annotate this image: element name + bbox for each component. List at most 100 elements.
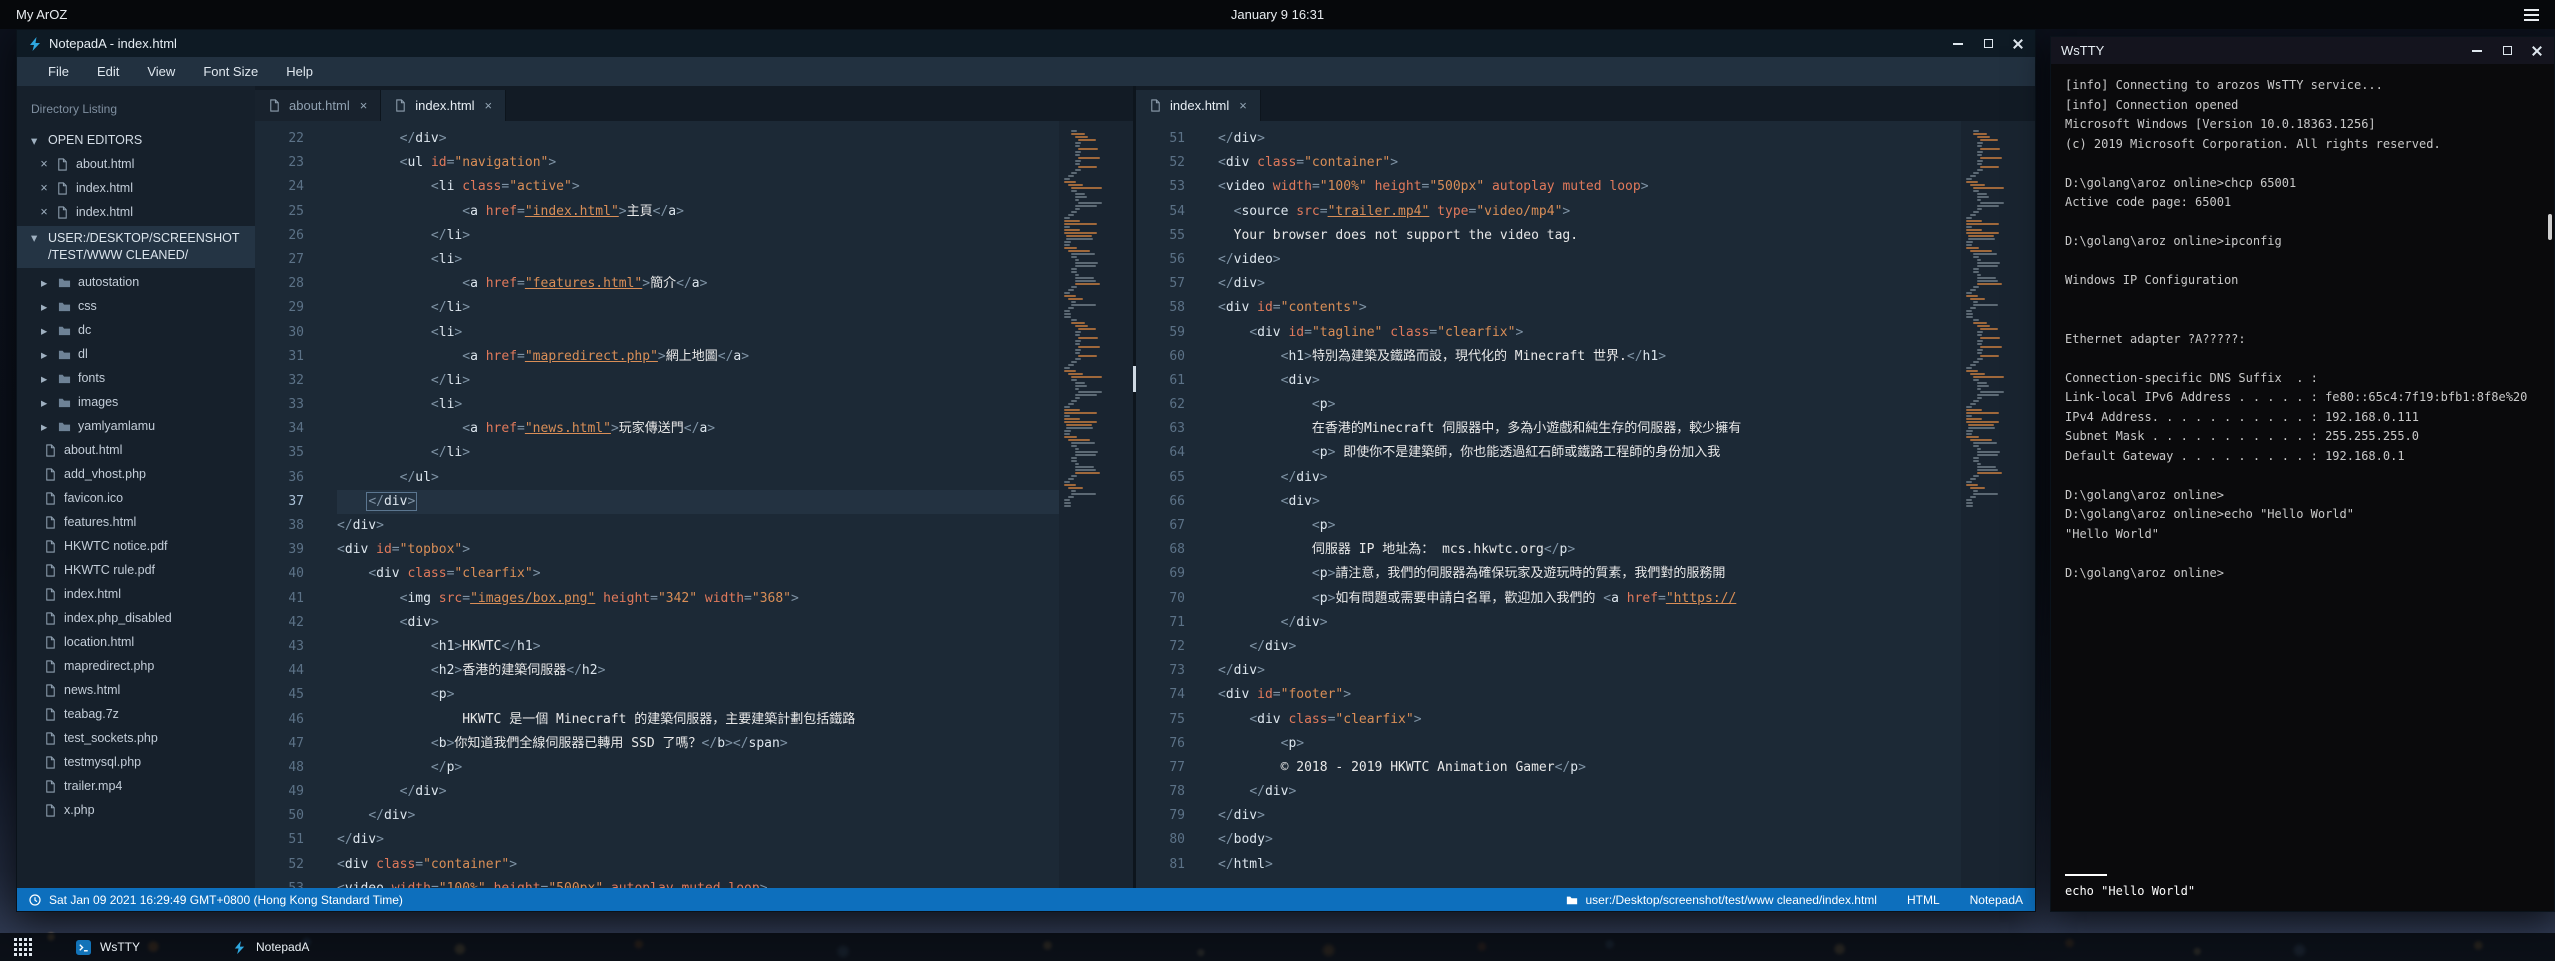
code-line[interactable]: <h2>香港的建築伺服器</h2> [337, 659, 1059, 683]
code-line[interactable]: </div> [1218, 611, 1961, 635]
menu-view[interactable]: View [134, 59, 188, 84]
file-item-news-html[interactable]: news.html [17, 678, 255, 702]
terminal-output[interactable]: [info] Connecting to arozos WsTTY servic… [2051, 64, 2554, 911]
code-line[interactable]: </div> [1218, 635, 1961, 659]
maximize-icon[interactable] [2500, 44, 2514, 58]
file-item-testmysql-php[interactable]: testmysql.php [17, 750, 255, 774]
code-line[interactable]: <p> [1218, 393, 1961, 417]
code-line[interactable]: <li> [337, 393, 1059, 417]
code-line[interactable]: <p> [337, 683, 1059, 707]
terminal-input[interactable]: echo "Hello World" [2065, 882, 2195, 902]
code-line[interactable]: </div> [1218, 804, 1961, 828]
open-editors-header[interactable]: ▾ OPEN EDITORS [17, 128, 255, 152]
code-line[interactable]: </div> [1218, 127, 1961, 151]
code-line[interactable]: <b>你知道我們全線伺服器已轉用 SSD 了嗎？</b></span> [337, 732, 1059, 756]
code-line[interactable]: <div> [1218, 369, 1961, 393]
code-line[interactable]: </div> [1218, 659, 1961, 683]
menu-font-size[interactable]: Font Size [190, 59, 271, 84]
close-editor-icon[interactable]: × [39, 157, 49, 171]
close-editor-icon[interactable]: × [39, 181, 49, 195]
open-editor-item-about-html[interactable]: ×about.html [17, 152, 255, 176]
code-line[interactable]: <video width="100%" height="500px" autop… [1218, 175, 1961, 199]
code-line[interactable]: </div> [1218, 466, 1961, 490]
code-line[interactable]: <a href="mapredirect.php">網上地圖</a> [337, 345, 1059, 369]
code-line[interactable]: <div id="footer"> [1218, 683, 1961, 707]
file-item-add-vhost-php[interactable]: add_vhost.php [17, 462, 255, 486]
tab-index-html[interactable]: index.html× [381, 90, 506, 121]
code-line[interactable]: </div> [337, 804, 1059, 828]
code-line[interactable]: </div> [337, 780, 1059, 804]
close-tab-icon[interactable]: × [485, 98, 493, 113]
aroz-brand[interactable]: My ArOZ [16, 7, 67, 22]
tab-index-html[interactable]: index.html× [1136, 90, 1261, 121]
code-line[interactable]: <div class="clearfix"> [1218, 708, 1961, 732]
minimize-icon[interactable] [2470, 44, 2484, 58]
file-item-index-html[interactable]: index.html [17, 582, 255, 606]
code-line[interactable]: </div> [337, 514, 1059, 538]
code-line[interactable]: <p> [1218, 514, 1961, 538]
code-line[interactable]: </p> [337, 756, 1059, 780]
code-line[interactable]: <img src="images/box.png" height="342" w… [337, 587, 1059, 611]
code-line[interactable]: <h1>特別為建築及鐵路而設，現代化的 Minecraft 世界.</h1> [1218, 345, 1961, 369]
terminal-scrollbar[interactable] [2548, 214, 2552, 240]
folder-item-dl[interactable]: ▸dl [17, 342, 255, 366]
code-line[interactable]: <div id="topbox"> [337, 538, 1059, 562]
file-item-hkwtc-notice-pdf[interactable]: HKWTC notice.pdf [17, 534, 255, 558]
code-line[interactable]: 伺服器 IP 地址為： mcs.hkwtc.org</p> [1218, 538, 1961, 562]
minimize-icon[interactable] [1951, 37, 1965, 51]
code-line[interactable]: <ul id="navigation"> [337, 151, 1059, 175]
taskbar-item-wstty[interactable]: WsTTY [60, 936, 156, 959]
minimap-left[interactable] [1059, 121, 1133, 888]
code-line[interactable]: </div> [337, 828, 1059, 852]
file-item-mapredirect-php[interactable]: mapredirect.php [17, 654, 255, 678]
taskbar-item-notepada[interactable]: NotepadA [216, 936, 325, 959]
code-line[interactable]: </div> [337, 490, 1059, 514]
code-line[interactable]: </div> [1218, 780, 1961, 804]
app-launcher-icon[interactable] [8, 935, 38, 959]
code-line[interactable]: </div> [337, 127, 1059, 151]
code-line[interactable]: <source src="trailer.mp4" type="video/mp… [1218, 200, 1961, 224]
code-line[interactable]: <p>如有問題或需要申請白名單，歡迎加入我們的 <a href="https:/… [1218, 587, 1961, 611]
status-language-mode[interactable]: HTML [1907, 893, 1940, 907]
folder-item-yamlyamlamu[interactable]: ▸yamlyamlamu [17, 414, 255, 438]
code-line[interactable]: Your browser does not support the video … [1218, 224, 1961, 248]
hamburger-menu-icon[interactable] [2524, 9, 2539, 21]
code-line[interactable]: </li> [337, 296, 1059, 320]
code-line[interactable]: <p> 即使你不是建築師，你也能透過紅石師或鐵路工程師的身份加入我 [1218, 441, 1961, 465]
file-item-teabag-7z[interactable]: teabag.7z [17, 702, 255, 726]
code-line[interactable]: </div> [1218, 272, 1961, 296]
code-line[interactable]: <div class="clearfix"> [337, 562, 1059, 586]
code-line[interactable]: <div> [337, 611, 1059, 635]
menu-file[interactable]: File [35, 59, 82, 84]
open-editor-item-index-html[interactable]: ×index.html [17, 176, 255, 200]
workspace-folder-header[interactable]: ▾ USER:/DESKTOP/SCREENSHOT /TEST/WWW CLE… [17, 226, 255, 268]
file-item-x-php[interactable]: x.php [17, 798, 255, 822]
close-icon[interactable] [2011, 37, 2025, 51]
file-item-trailer-mp4[interactable]: trailer.mp4 [17, 774, 255, 798]
close-tab-icon[interactable]: × [360, 98, 368, 113]
open-editor-item-index-html[interactable]: ×index.html [17, 200, 255, 224]
folder-item-fonts[interactable]: ▸fonts [17, 366, 255, 390]
file-item-hkwtc-rule-pdf[interactable]: HKWTC rule.pdf [17, 558, 255, 582]
folder-item-css[interactable]: ▸css [17, 294, 255, 318]
minimap-right[interactable] [1961, 121, 2035, 888]
code-line[interactable]: <video width="100%" height="500px" autop… [337, 877, 1059, 888]
code-area-left[interactable]: </div> <ul id="navigation"> <li class="a… [319, 121, 1059, 888]
maximize-icon[interactable] [1981, 37, 1995, 51]
menu-edit[interactable]: Edit [84, 59, 132, 84]
code-area-right[interactable]: </div><div class="container"><video widt… [1200, 121, 1961, 888]
code-line[interactable]: <a href="news.html">玩家傳送門</a> [337, 417, 1059, 441]
code-line[interactable]: </li> [337, 224, 1059, 248]
code-line[interactable]: © 2018 - 2019 HKWTC Animation Gamer</p> [1218, 756, 1961, 780]
code-line[interactable]: <div id="contents"> [1218, 296, 1961, 320]
code-line[interactable]: <li> [337, 321, 1059, 345]
menu-help[interactable]: Help [273, 59, 326, 84]
code-line[interactable]: </body> [1218, 828, 1961, 852]
code-line[interactable]: <div id="tagline" class="clearfix"> [1218, 321, 1961, 345]
code-line[interactable]: <a href="features.html">簡介</a> [337, 272, 1059, 296]
folder-item-autostation[interactable]: ▸autostation [17, 270, 255, 294]
code-line[interactable]: <a href="index.html">主頁</a> [337, 200, 1059, 224]
close-editor-icon[interactable]: × [39, 205, 49, 219]
code-line[interactable]: <li> [337, 248, 1059, 272]
file-item-about-html[interactable]: about.html [17, 438, 255, 462]
